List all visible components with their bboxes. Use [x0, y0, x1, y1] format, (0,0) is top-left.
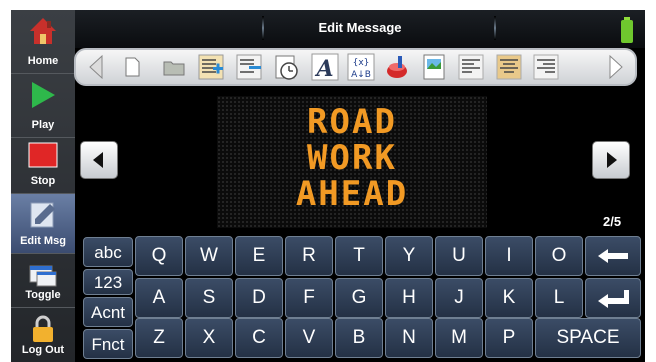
play-icon	[32, 82, 55, 108]
enter-arrow-icon	[598, 290, 629, 308]
sidebar-stop-label: Stop	[30, 175, 56, 187]
key-m[interactable]: M	[435, 318, 483, 358]
key-i[interactable]: I	[485, 236, 533, 276]
sidebar-home-button[interactable]: Home	[11, 10, 75, 74]
align-center-icon[interactable]	[495, 53, 523, 81]
sidebar-play-label: Play	[31, 119, 55, 131]
key-x[interactable]: X	[185, 318, 233, 358]
previous-page-button[interactable]	[80, 141, 118, 179]
sidebar-edit-msg-button[interactable]: Edit Msg	[11, 194, 75, 254]
mode-key-fnct[interactable]: Fnct	[83, 329, 133, 359]
sign-line-3: AHEAD	[295, 174, 409, 214]
message-sign-preview[interactable]: ROAD WORK AHEAD	[217, 96, 487, 228]
stop-icon	[28, 142, 58, 168]
key-l[interactable]: L	[535, 278, 583, 318]
mode-key-abc[interactable]: abc	[83, 237, 133, 267]
page-title: Edit Message	[318, 20, 402, 35]
key-k[interactable]: K	[485, 278, 533, 318]
title-separator-right	[494, 16, 496, 40]
key-s[interactable]: S	[185, 278, 233, 318]
sidebar: Home Play Stop Edit Msg Toggle Log Out	[11, 10, 75, 362]
editor-toolbar: A {x} A↓B	[74, 48, 637, 86]
house-icon	[30, 18, 56, 44]
align-left-icon[interactable]	[457, 53, 485, 81]
backspace-arrow-icon	[598, 249, 628, 263]
sidebar-stop-button[interactable]: Stop	[11, 134, 75, 194]
page-indicator: 2/5	[603, 214, 622, 229]
backspace-key[interactable]	[585, 236, 641, 276]
sidebar-play-button[interactable]: Play	[11, 74, 75, 138]
delete-line-icon[interactable]	[235, 53, 263, 81]
paint-icon[interactable]	[384, 53, 412, 81]
insert-line-icon[interactable]	[197, 53, 225, 81]
image-icon[interactable]	[420, 53, 448, 81]
device-screen: Home Play Stop Edit Msg Toggle Log Out E…	[11, 10, 645, 362]
key-z[interactable]: Z	[135, 318, 183, 358]
pencil-icon	[30, 202, 55, 228]
padlock-icon	[33, 315, 53, 342]
key-a[interactable]: A	[135, 278, 183, 318]
key-g[interactable]: G	[335, 278, 383, 318]
key-w[interactable]: W	[185, 236, 233, 276]
svg-text:A: A	[314, 56, 333, 81]
align-right-icon[interactable]	[532, 53, 560, 81]
next-page-button[interactable]	[592, 141, 630, 179]
sign-line-2: WORK	[307, 138, 397, 178]
key-p[interactable]: P	[485, 318, 533, 358]
key-j[interactable]: J	[435, 278, 483, 318]
app-frame: Home Play Stop Edit Msg Toggle Log Out E…	[0, 0, 656, 362]
svg-text:{x}: {x}	[353, 58, 370, 68]
key-f[interactable]: F	[285, 278, 333, 318]
next-icon[interactable]	[602, 53, 630, 81]
sidebar-home-label: Home	[27, 55, 59, 67]
title-bar: Edit Message	[75, 10, 645, 48]
prev-icon[interactable]	[82, 53, 110, 81]
sidebar-log-out-label: Log Out	[21, 344, 65, 356]
sidebar-log-out-button[interactable]: Log Out	[11, 308, 75, 362]
arrow-left-icon	[93, 152, 103, 168]
sidebar-toggle-label: Toggle	[25, 289, 61, 301]
sign-line-1: ROAD	[307, 102, 397, 142]
key-h[interactable]: H	[385, 278, 433, 318]
key-u[interactable]: U	[435, 236, 483, 276]
key-v[interactable]: V	[285, 318, 333, 358]
key-b[interactable]: B	[335, 318, 383, 358]
enter-key[interactable]	[585, 278, 641, 318]
key-t[interactable]: T	[335, 236, 383, 276]
font-icon[interactable]: A	[311, 53, 339, 81]
mode-key-acnt[interactable]: Acnt	[83, 297, 133, 327]
battery-icon	[621, 17, 633, 43]
key-n[interactable]: N	[385, 318, 433, 358]
arrow-right-icon	[607, 152, 617, 168]
sidebar-toggle-button[interactable]: Toggle	[11, 254, 75, 308]
new-page-icon[interactable]	[118, 53, 146, 81]
mode-key-123[interactable]: 123	[83, 269, 133, 295]
key-r[interactable]: R	[285, 236, 333, 276]
key-e[interactable]: E	[235, 236, 283, 276]
title-separator-left	[262, 16, 264, 40]
svg-text:A↓B: A↓B	[351, 70, 371, 80]
sidebar-edit-msg-label: Edit Msg	[20, 235, 66, 247]
key-o[interactable]: O	[535, 236, 583, 276]
space-key[interactable]: SPACE	[535, 318, 641, 358]
key-c[interactable]: C	[235, 318, 283, 358]
clock-icon[interactable]	[272, 53, 300, 81]
folder-icon[interactable]	[160, 53, 188, 81]
key-d[interactable]: D	[235, 278, 283, 318]
window-toggle-icon	[29, 265, 57, 287]
key-q[interactable]: Q	[135, 236, 183, 276]
variable-icon[interactable]: {x} A↓B	[347, 53, 375, 81]
key-y[interactable]: Y	[385, 236, 433, 276]
